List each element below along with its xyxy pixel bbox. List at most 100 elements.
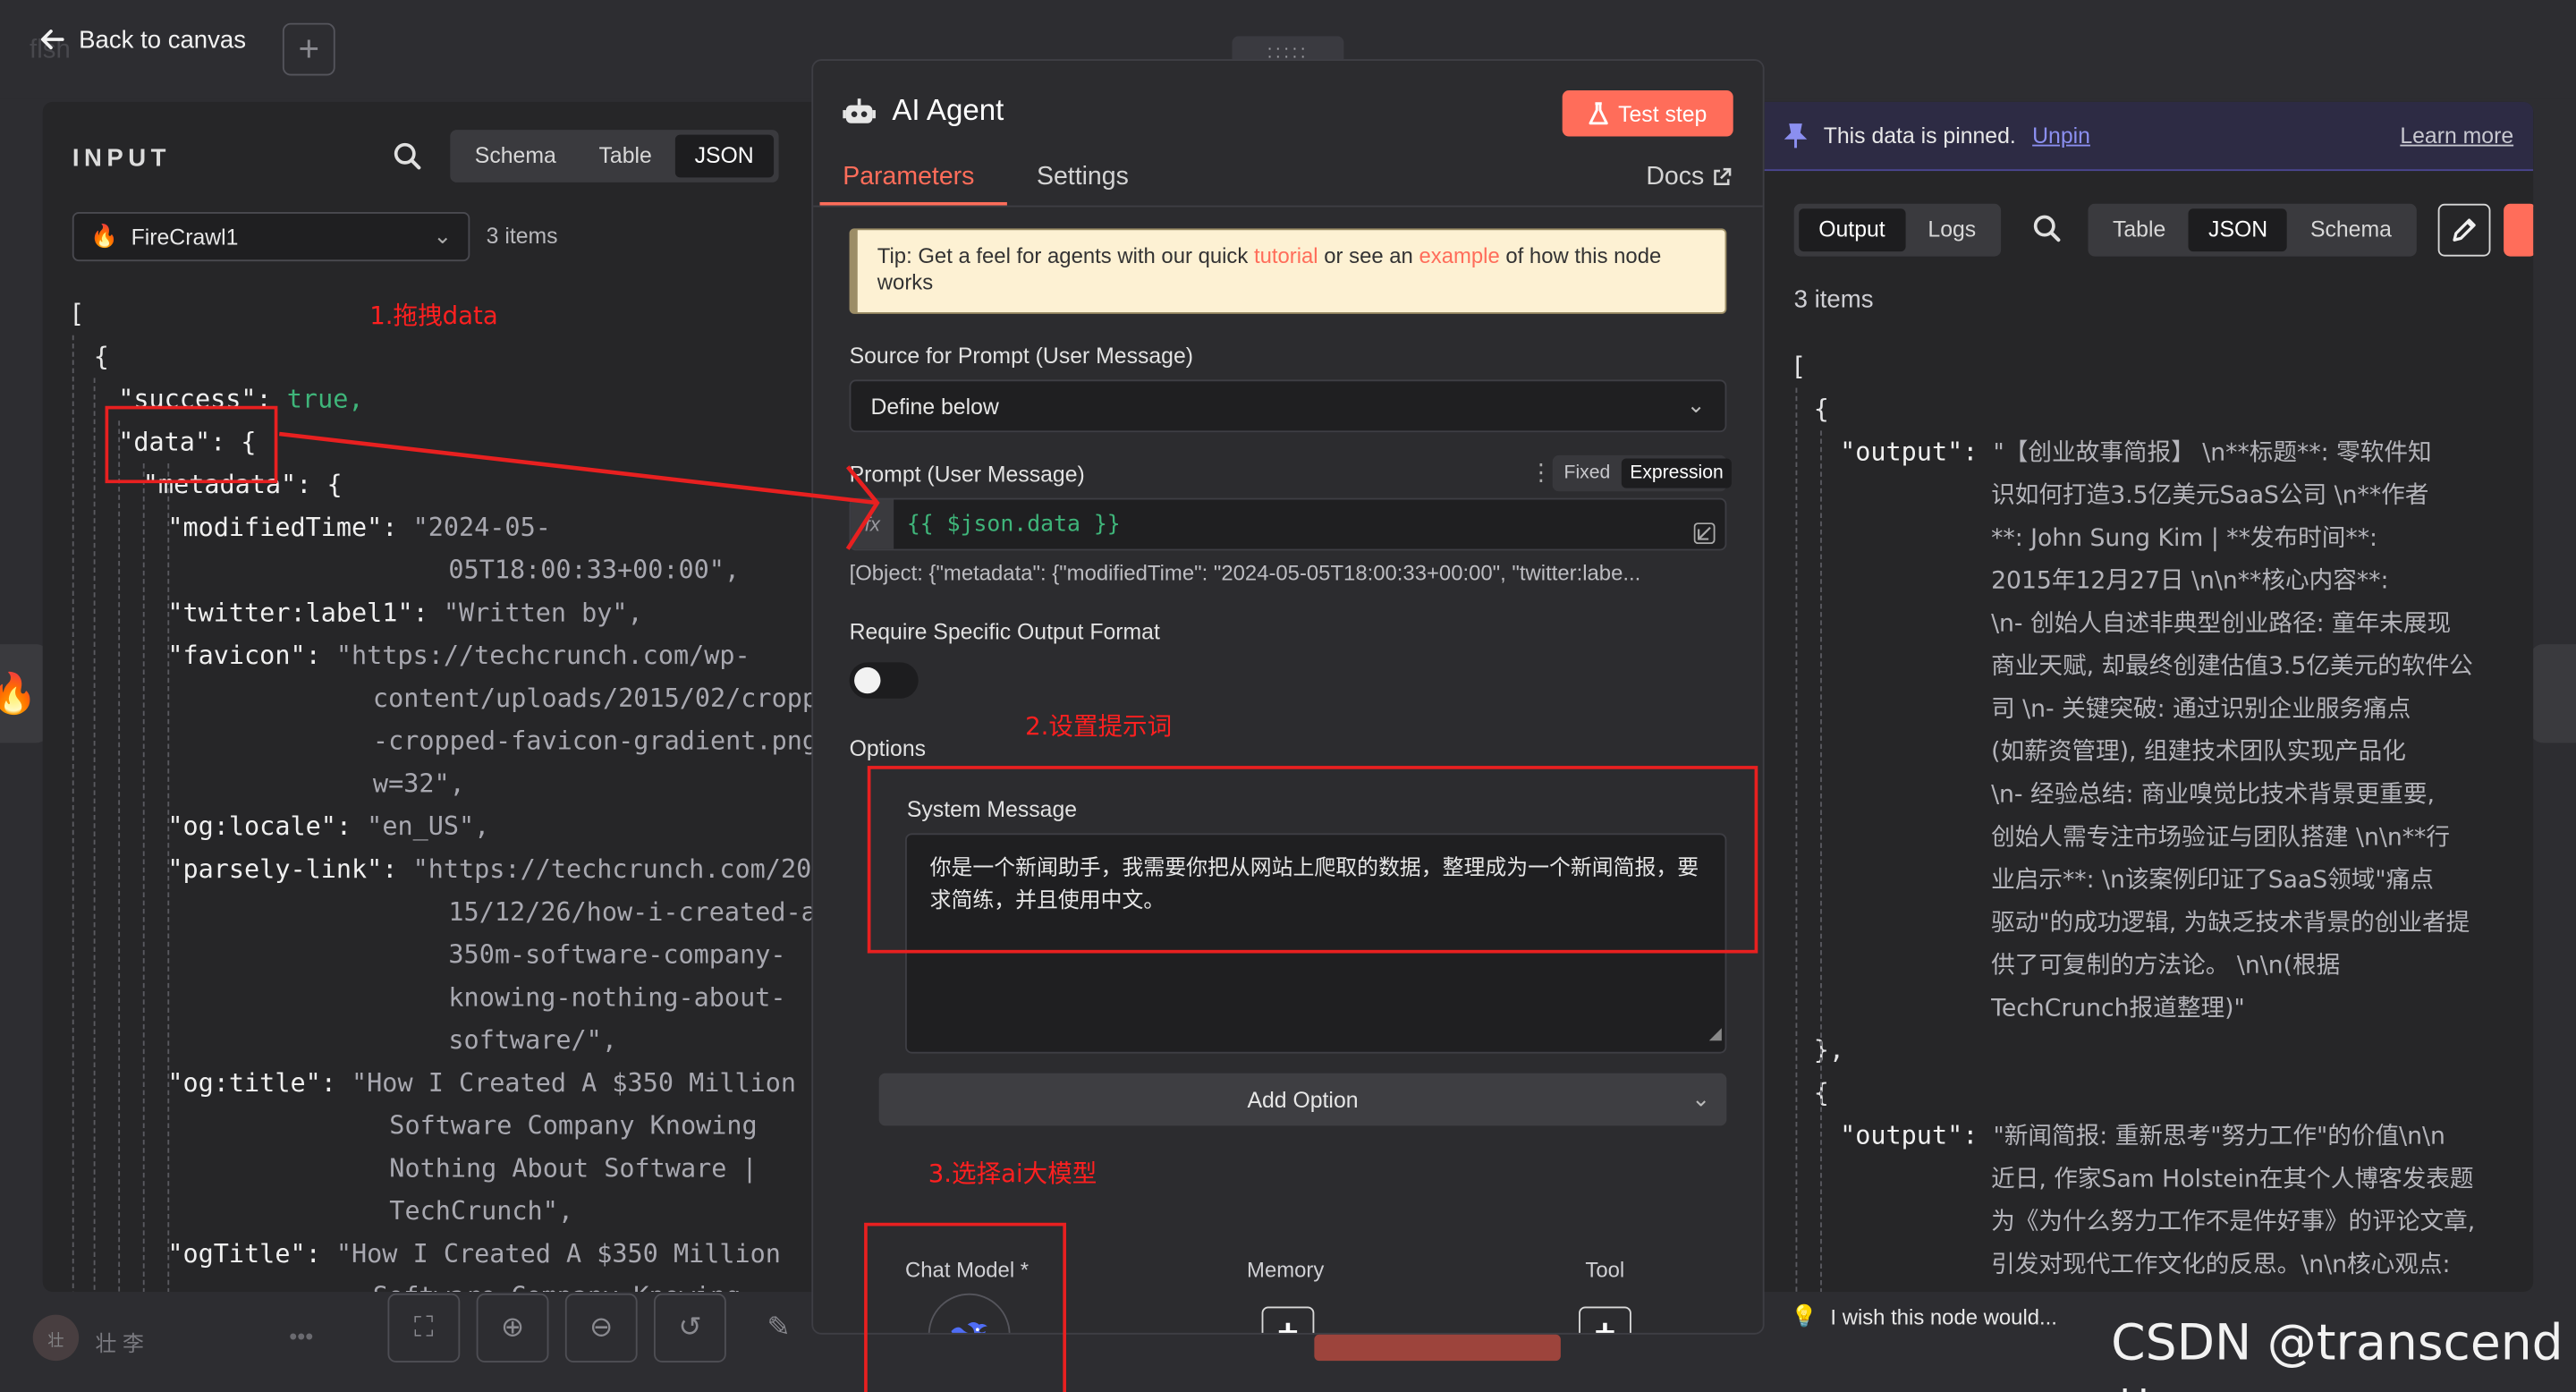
source-prompt-label: Source for Prompt (User Message)	[849, 343, 1194, 369]
fit-view-button[interactable]: ⛶	[387, 1293, 461, 1362]
tab-output[interactable]: Output	[1799, 208, 1905, 252]
source-prompt-select[interactable]: Define below ⌄	[849, 379, 1727, 433]
execute-bar[interactable]	[1314, 1334, 1561, 1362]
require-format-label: Require Specific Output Format	[849, 619, 1160, 645]
json-line: "ogTitle": "How I Created A $350 Million	[167, 1233, 781, 1276]
json-value: "How I Created A $350 Million	[335, 1239, 781, 1269]
json-line: "modifiedTime": "2024-05-	[167, 506, 551, 549]
json-value: "https://techcrunch.com/wp-	[335, 641, 750, 671]
avatar[interactable]: 壮	[32, 1314, 80, 1362]
json-value: \n- 创始人自述非典型创业路径: 童年未展现	[1991, 611, 2452, 638]
indent-guide	[1820, 430, 1822, 1292]
source-prompt-value: Define below	[870, 393, 999, 419]
json-line: 近日, 作家Sam Holstein在其个人博客发表题	[1991, 1157, 2474, 1201]
pin-output-button[interactable]	[2504, 203, 2534, 257]
json-line: TechCrunch报道整理)"	[1991, 986, 2245, 1031]
add-node-button[interactable]: +	[282, 22, 335, 76]
input-node-select[interactable]: 🔥 FireCrawl1 ⌄	[72, 211, 470, 262]
flask-icon	[1589, 102, 1608, 125]
json-line: 识如何打造3.5亿美元SaaS公司 \n**作者	[1991, 473, 2428, 518]
tab-json[interactable]: JSON	[2189, 208, 2288, 252]
next-node-stub[interactable]	[2529, 644, 2576, 743]
add-option-button[interactable]: Add Option ⌄	[878, 1073, 1727, 1126]
tab-parameters[interactable]: Parameters	[843, 163, 974, 192]
more-options-icon[interactable]: ⋮	[1530, 459, 1553, 487]
learn-more-link[interactable]: Learn more	[2400, 123, 2513, 149]
example-link[interactable]: example	[1419, 243, 1499, 268]
prompt-expression-input[interactable]: fx {{ $json.data }}	[849, 497, 1727, 551]
tutorial-link[interactable]: tutorial	[1254, 243, 1318, 268]
tool-label: Tool	[1585, 1257, 1625, 1282]
mode-fixed[interactable]: Fixed	[1555, 459, 1618, 488]
json-key[interactable]: "parsely-link":	[167, 854, 412, 884]
prompt-preview: [Object: {"metadata": {"modifiedTime": "…	[849, 560, 1641, 586]
zoom-out-button[interactable]: ⊖	[564, 1293, 638, 1362]
annotation-step1: 1.拖拽data	[369, 301, 498, 331]
tab-logs[interactable]: Logs	[1908, 208, 1996, 251]
tab-settings[interactable]: Settings	[1037, 163, 1129, 192]
json-value: (如薪资管理), 组建技术团队实现产品化	[1991, 739, 2406, 767]
back-to-canvas-button[interactable]: Back to canvas	[39, 20, 246, 59]
json-key[interactable]: "output":	[1840, 1121, 1993, 1150]
zoom-in-button[interactable]: ⊕	[476, 1293, 549, 1362]
json-key[interactable]: "favicon":	[167, 641, 336, 670]
search-icon[interactable]	[393, 141, 422, 171]
edit-output-button[interactable]	[2437, 203, 2491, 257]
tab-schema[interactable]: Schema	[455, 135, 576, 178]
json-key[interactable]: "og:locale":	[167, 812, 367, 842]
agent-header: AI Agent	[843, 94, 1004, 129]
json-line: (如薪资管理), 组建技术团队实现产品化	[1991, 730, 2406, 775]
json-value: 05T18:00:33+00:00",	[448, 555, 741, 586]
json-key[interactable]: "og:title":	[167, 1068, 352, 1098]
json-line: \n- 经验总结: 商业嗅觉比技术背景更重要,	[1991, 772, 2435, 817]
json-line: "twitter:label1": "Written by",	[167, 591, 642, 634]
pin-icon	[1784, 123, 1808, 148]
mode-expression[interactable]: Expression	[1622, 458, 1732, 488]
add-option-label: Add Option	[1247, 1087, 1359, 1112]
json-key[interactable]: "modifiedTime":	[167, 513, 412, 542]
json-line: 商业天赋, 却最终创建估值3.5亿美元的软件公	[1991, 644, 2473, 689]
switch-knob	[854, 666, 881, 694]
json-value: TechCrunch",	[389, 1196, 573, 1226]
chevron-down-icon: ⌄	[433, 223, 453, 249]
canvas-zoom-controls: ⛶ ⊕ ⊖ ↺ ✎	[387, 1293, 815, 1362]
json-key[interactable]: "ogTitle":	[167, 1239, 336, 1269]
json-line: "og:title": "How I Created A $350 Millio…	[167, 1062, 796, 1105]
tab-schema[interactable]: Schema	[2291, 208, 2411, 251]
annotation-box-chat-model	[864, 1222, 1067, 1392]
reset-button[interactable]: ↺	[654, 1293, 726, 1362]
json-line: \n- 创始人自述非典型创业路径: 童年未展现	[1991, 601, 2451, 646]
expand-icon[interactable]	[1693, 522, 1716, 545]
tab-json[interactable]: JSON	[674, 134, 774, 178]
tip-callout: Tip: Get a feel for agents with our quic…	[849, 228, 1727, 314]
require-format-switch[interactable]	[849, 662, 919, 699]
json-line: "output": "新闻简报: 重新思考"努力工作"的价值\n\n	[1840, 1115, 2445, 1159]
json-value: **: John Sung Kim | **发布时间**:	[1991, 525, 2378, 553]
json-line: content/uploads/2015/02/cropped	[373, 677, 811, 720]
tab-table[interactable]: Table	[579, 135, 671, 178]
json-value: 15/12/26/how-i-created-a-	[448, 897, 812, 928]
tabs-divider	[813, 205, 1763, 208]
feedback-prompt[interactable]: 💡 I wish this node would...	[1791, 1303, 2057, 1329]
resize-handle-icon[interactable]: ◢	[1709, 1019, 1722, 1052]
clean-button[interactable]: ✎	[742, 1294, 815, 1362]
add-memory-button[interactable]: +	[1261, 1306, 1315, 1333]
json-value: 商业天赋, 却最终创建估值3.5亿美元的软件公	[1991, 654, 2473, 681]
test-step-button[interactable]: Test step	[1562, 90, 1733, 137]
json-value: {	[326, 470, 343, 500]
json-key[interactable]: "output":	[1840, 437, 1993, 467]
json-line: 创始人需专注市场验证与团队搭建 \n\n**行	[1991, 815, 2450, 860]
search-icon[interactable]	[2032, 214, 2062, 243]
user-menu-icon[interactable]: •••	[289, 1323, 313, 1349]
json-key[interactable]: "twitter:label1":	[167, 598, 444, 628]
json-value: -cropped-favicon-gradient.png?	[372, 726, 812, 757]
tab-table[interactable]: Table	[2093, 208, 2185, 251]
add-tool-button[interactable]: +	[1579, 1306, 1631, 1333]
json-value: "2024-05-	[412, 513, 551, 543]
unpin-link[interactable]: Unpin	[2032, 123, 2090, 149]
input-panel: INPUT Schema Table JSON 🔥 FireCrawl1 ⌄ 3…	[42, 101, 812, 1292]
docs-link[interactable]: Docs	[1646, 163, 1732, 192]
output-mode-tabs: Output Logs	[1793, 203, 2001, 257]
input-items-count: 3 items	[486, 223, 558, 249]
json-value: content/uploads/2015/02/cropped	[372, 683, 812, 714]
